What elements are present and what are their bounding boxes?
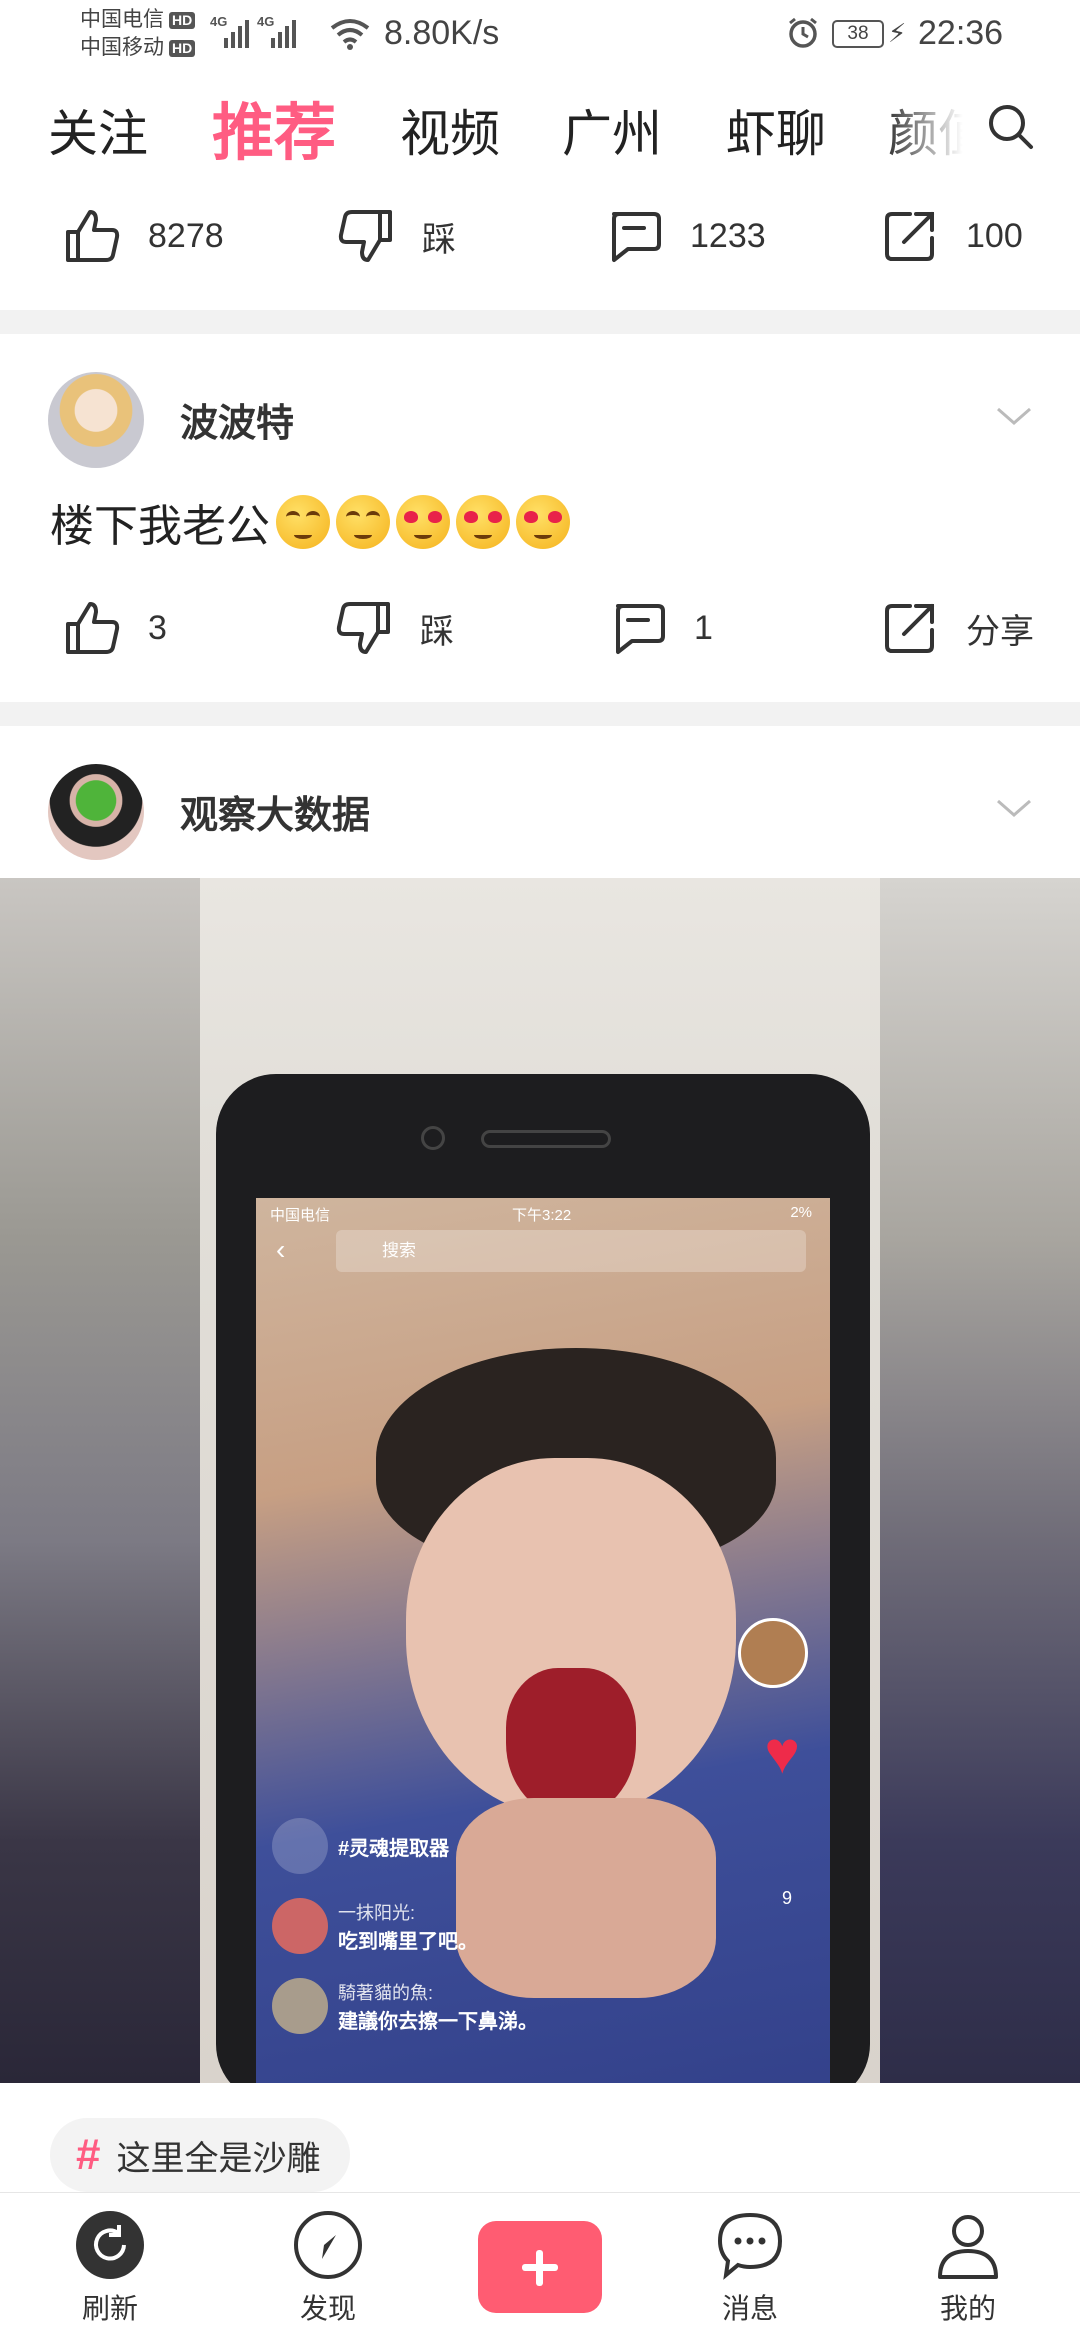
comment-count: 1 <box>694 608 713 647</box>
search-icon[interactable] <box>986 102 1036 152</box>
network-speed: 8.80K/s <box>384 14 500 52</box>
dislike-button[interactable]: 踩 <box>334 568 454 688</box>
hd-badge-2: HD <box>169 39 196 57</box>
separator <box>0 310 1080 334</box>
thumbs-down-icon <box>336 602 390 654</box>
signal-1-icon: 4G <box>210 14 249 48</box>
thumbs-down-icon <box>338 210 392 262</box>
avatar[interactable] <box>48 372 144 468</box>
battery-indicator: 38 <box>832 20 884 48</box>
inner-search: 搜索 <box>336 1230 806 1272</box>
hd-badge-1: HD <box>169 11 196 29</box>
chevron-down-icon[interactable] <box>994 796 1034 820</box>
video-comment: #灵魂提取器 <box>272 1818 449 1874</box>
heart-eyes-face-icon <box>396 495 450 549</box>
tab-video[interactable]: 视频 <box>400 94 500 166</box>
charging-icon: ⚡ <box>888 18 907 48</box>
comment-post-header: 波波特 <box>0 356 1080 476</box>
nav-refresh[interactable]: 刷新 <box>50 2209 170 2327</box>
share-count: 100 <box>966 216 1023 255</box>
tab-guangzhou[interactable]: 广州 <box>562 94 662 166</box>
dislike-button[interactable]: 踩 <box>336 176 456 296</box>
carrier-1: 中国电信 <box>80 8 164 31</box>
thumbs-up-icon <box>66 602 120 654</box>
avatar[interactable] <box>48 764 144 860</box>
share-icon <box>885 604 934 653</box>
comment-post-actions: 3 踩 1 分享 <box>0 568 1080 688</box>
topic-label: 这里全是沙雕 <box>116 2139 321 2178</box>
wifi-icon <box>330 19 370 50</box>
back-icon: ‹ <box>276 1234 286 1265</box>
video-post-header: 观察大数据 <box>0 748 1080 868</box>
separator <box>0 702 1080 726</box>
thumbs-up-icon <box>66 210 120 262</box>
video-phone: 中国电信 下午3:22 2% ‹ 搜索 ♥ 9 #灵魂提取器 一抹阳光: 吃到嘴里… <box>216 1074 870 2083</box>
user-icon <box>938 2215 998 2279</box>
tab-fade <box>880 72 990 182</box>
share-button[interactable]: 100 <box>880 176 1023 296</box>
comment-count: 1233 <box>690 216 766 255</box>
post-text-body: 楼下我老公 <box>50 502 270 551</box>
nav-discover[interactable]: 发现 <box>268 2209 388 2327</box>
tab-recommend[interactable]: 推荐 <box>212 82 336 172</box>
share-icon <box>885 212 934 261</box>
like-count: 8278 <box>148 216 224 255</box>
video-avatar <box>738 1618 808 1688</box>
signal-2-icon: 4G <box>257 14 296 48</box>
username[interactable]: 观察大数据 <box>180 784 370 839</box>
signal-icons: 4G 4G <box>210 14 296 48</box>
video-comment: 騎著貓的魚: 建議你去擦一下鼻涕。 <box>272 1978 538 2034</box>
comment-icon <box>616 604 665 654</box>
video-player[interactable]: 中国电信 下午3:22 2% ‹ 搜索 ♥ 9 #灵魂提取器 一抹阳光: 吃到嘴里… <box>0 878 1080 2083</box>
video-phone-screen: 中国电信 下午3:22 2% ‹ 搜索 ♥ 9 #灵魂提取器 一抹阳光: 吃到嘴里… <box>256 1198 830 2083</box>
dislike-label: 踩 <box>420 612 454 651</box>
video-blur-right <box>880 878 1080 2083</box>
category-tabs: 关注 推荐 视频 广州 虾聊 颜值 <box>0 72 1080 182</box>
comment-button[interactable]: 1 <box>608 568 713 688</box>
bottom-nav: 刷新 发现 消息 我的 <box>0 2192 1080 2340</box>
heart-icon: ♥ <box>764 1719 800 1786</box>
comment-icon <box>612 212 661 262</box>
video-blur-left <box>0 878 200 2083</box>
post-text: 楼下我老公 <box>50 490 570 554</box>
heart-eyes-face-icon <box>456 495 510 549</box>
comment-button[interactable]: 1233 <box>604 176 766 296</box>
like-button[interactable]: 3 <box>62 568 167 688</box>
topic-tag[interactable]: # 这里全是沙雕 <box>50 2118 351 2192</box>
clock: 22:36 <box>918 14 1004 52</box>
status-bar: 中国电信 HD 中国移动 HD 4G 4G 8.80K/s 38 ⚡ 22:36 <box>0 0 1080 72</box>
share-button[interactable]: 分享 <box>880 568 1034 688</box>
message-icon <box>717 2212 783 2280</box>
username[interactable]: 波波特 <box>180 392 294 447</box>
heart-eyes-face-icon <box>516 495 570 549</box>
tab-xialiao[interactable]: 虾聊 <box>726 94 826 166</box>
carrier-2: 中国移动 <box>80 36 164 59</box>
prev-post-actions: 8278 踩 1233 100 <box>0 176 1080 296</box>
nav-me[interactable]: 我的 <box>908 2209 1028 2327</box>
dislike-label: 踩 <box>422 220 456 259</box>
share-label: 分享 <box>966 612 1034 651</box>
carrier-info: 中国电信 HD 中国移动 HD <box>80 6 196 62</box>
video-comment: 一抹阳光: 吃到嘴里了吧。 <box>272 1898 478 1954</box>
like-count: 3 <box>148 608 167 647</box>
publish-button[interactable] <box>478 2221 602 2313</box>
hashtag-icon: # <box>76 2130 101 2179</box>
like-button[interactable]: 8278 <box>62 176 224 296</box>
smug-face-icon <box>276 495 330 549</box>
chevron-down-icon[interactable] <box>994 404 1034 428</box>
compass-icon <box>294 2211 362 2279</box>
smug-face-icon <box>336 495 390 549</box>
refresh-icon <box>76 2211 144 2279</box>
nav-messages[interactable]: 消息 <box>690 2209 810 2327</box>
alarm-icon <box>789 17 817 48</box>
tab-follow[interactable]: 关注 <box>48 94 148 166</box>
